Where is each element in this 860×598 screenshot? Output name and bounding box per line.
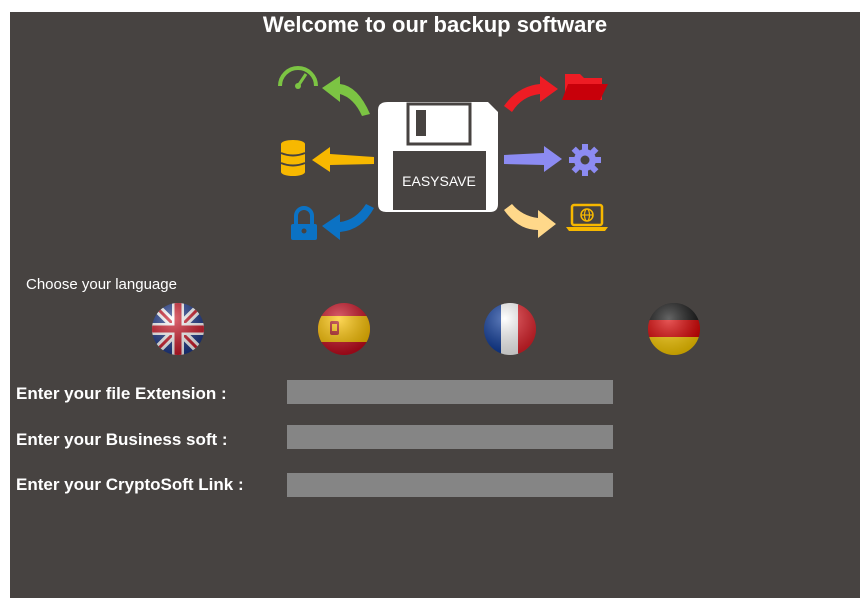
arrow-green-icon xyxy=(322,76,370,116)
business-soft-label: Enter your Business soft : xyxy=(16,430,228,449)
business-soft-input[interactable] xyxy=(287,425,613,449)
language-label: Choose your language xyxy=(26,276,177,293)
folder-icon xyxy=(562,74,608,100)
hero-illustration: EASYSAVE xyxy=(278,66,608,240)
gear-icon xyxy=(569,144,601,176)
arrow-blue-icon xyxy=(322,204,374,240)
file-extension-input[interactable] xyxy=(287,380,613,404)
arrow-red-icon xyxy=(504,76,558,112)
lock-icon xyxy=(291,206,317,240)
laptop-web-icon xyxy=(566,203,608,231)
german-flag-icon[interactable] xyxy=(648,303,700,355)
spanish-flag-icon[interactable] xyxy=(318,303,370,355)
english-flag-icon[interactable] xyxy=(152,303,204,355)
file-extension-label: Enter your file Extension : xyxy=(16,384,227,403)
arrow-lavender-icon xyxy=(504,146,562,172)
app-window: Welcome to our backup software EASYSAVE xyxy=(10,12,860,598)
speed-gauge-icon xyxy=(278,66,318,89)
cryptosoft-link-input[interactable] xyxy=(287,473,613,497)
database-icon xyxy=(280,140,306,176)
french-flag-icon[interactable] xyxy=(484,303,536,355)
cryptosoft-link-label: Enter your CryptoSoft Link : xyxy=(16,475,244,494)
logo-label: EASYSAVE xyxy=(402,173,476,189)
arrow-yellow-icon xyxy=(312,147,374,172)
floppy-disk-logo: EASYSAVE xyxy=(378,102,498,212)
arrow-pale-yellow-icon xyxy=(504,204,556,238)
